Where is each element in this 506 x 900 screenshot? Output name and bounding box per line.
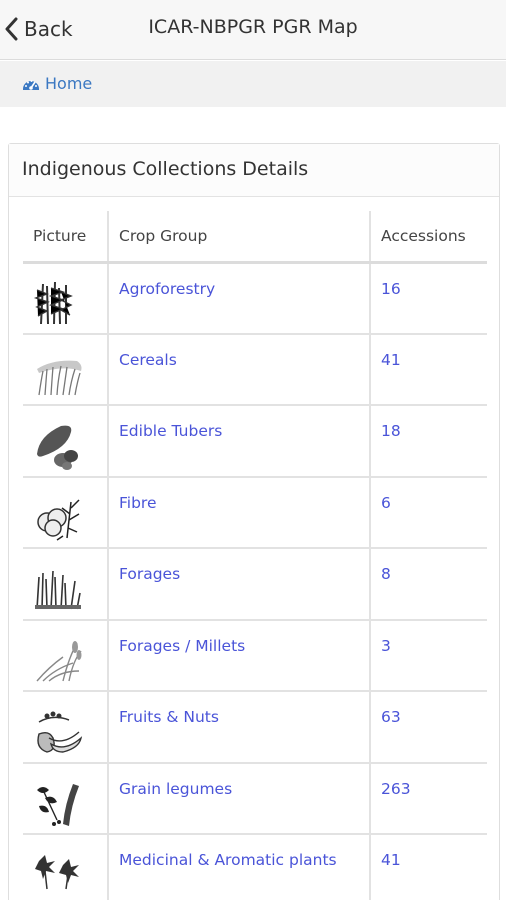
table-row: Medicinal & Aromatic plants 41 — [23, 834, 487, 900]
accessions-count: 3 — [381, 636, 391, 655]
accessions-count: 18 — [381, 422, 401, 440]
column-header-accessions: Accessions — [369, 211, 487, 264]
crop-group-link-fruits-nuts[interactable]: Fruits & Nuts — [119, 708, 219, 726]
crop-group-link-grain-legumes[interactable]: Grain legumes — [119, 780, 232, 798]
cereals-icon — [37, 360, 82, 395]
picture-cell — [23, 405, 108, 478]
table-row: Agroforestry 16 — [23, 262, 487, 335]
crop-group-cell: Fruits & Nuts — [107, 691, 370, 764]
table-header-row: Picture Crop Group Accessions — [23, 211, 487, 264]
crop-group-link-forages-millets[interactable]: Forages / Millets — [119, 637, 245, 655]
table-row: Forages / Millets 3 — [23, 619, 487, 692]
collections-table: Picture Crop Group Accessions Agroforest… — [23, 211, 487, 900]
spacer — [0, 107, 506, 141]
dashboard-icon — [23, 79, 39, 90]
fibre-icon — [37, 498, 80, 541]
picture-cell — [23, 762, 108, 835]
home-label: Home — [45, 74, 93, 93]
accessions-cell: 63 — [369, 691, 487, 764]
fruits-icon — [37, 711, 83, 753]
tubers-icon — [37, 425, 78, 470]
picture-cell — [23, 548, 108, 621]
accessions-cell: 3 — [369, 619, 487, 692]
picture-cell — [23, 333, 108, 406]
crop-group-cell: Forages — [107, 548, 370, 621]
accessions-count: 8 — [381, 565, 391, 583]
picture-cell — [23, 691, 108, 764]
table-row: Fruits & Nuts 63 — [23, 691, 487, 764]
accessions-count: 41 — [381, 350, 401, 369]
home-link[interactable]: Home — [22, 74, 92, 93]
crop-group-cell: Fibre — [107, 476, 370, 549]
column-header-crop-group: Crop Group — [107, 211, 370, 264]
picture-cell — [23, 834, 108, 900]
table-row: Edible Tubers 18 — [23, 405, 487, 478]
crop-group-link-forages[interactable]: Forages — [119, 565, 180, 583]
accessions-cell: 18 — [369, 405, 487, 478]
accessions-cell: 6 — [369, 476, 487, 549]
crop-group-cell: Agroforestry — [107, 262, 370, 335]
table-row: Grain legumes 263 — [23, 762, 487, 835]
crop-group-cell: Medicinal & Aromatic plants — [107, 834, 370, 900]
accessions-count: 63 — [381, 708, 401, 726]
crop-group-link-medicinal-aromatic[interactable]: Medicinal & Aromatic plants — [119, 851, 337, 869]
millets-icon — [36, 640, 82, 682]
accessions-cell: 8 — [369, 548, 487, 621]
crop-group-link-agroforestry[interactable]: Agroforestry — [119, 280, 215, 298]
accessions-cell: 263 — [369, 762, 487, 835]
legumes-icon — [37, 783, 79, 826]
accessions-count: 6 — [381, 493, 391, 512]
accessions-cell: 41 — [369, 834, 487, 900]
crop-group-cell: Grain legumes — [107, 762, 370, 835]
picture-cell — [23, 619, 108, 692]
column-header-picture: Picture — [23, 211, 108, 264]
medicinal-icon — [35, 855, 79, 890]
page-title: ICAR-NBPGR PGR Map — [148, 16, 358, 38]
forages-icon — [35, 570, 81, 610]
table-row: Cereals 41 — [23, 333, 487, 406]
table-row: Forages 8 — [23, 548, 487, 621]
picture-cell — [23, 476, 108, 549]
crop-group-link-fibre[interactable]: Fibre — [119, 494, 157, 512]
accessions-cell: 41 — [369, 333, 487, 406]
accessions-cell: 16 — [369, 262, 487, 335]
table-row: Fibre 6 — [23, 476, 487, 549]
picture-cell — [23, 262, 108, 335]
top-bar: Back ICAR-NBPGR PGR Map — [0, 0, 506, 60]
crop-group-cell: Forages / Millets — [107, 619, 370, 692]
crop-group-cell: Cereals — [107, 333, 370, 406]
accessions-count: 263 — [381, 779, 411, 798]
crop-group-link-cereals[interactable]: Cereals — [119, 351, 177, 369]
panel-title: Indigenous Collections Details — [9, 144, 499, 197]
accessions-count: 41 — [381, 851, 401, 869]
accessions-count: 16 — [381, 279, 401, 298]
breadcrumb: Home — [0, 61, 506, 107]
crop-group-link-edible-tubers[interactable]: Edible Tubers — [119, 422, 222, 440]
collections-panel: Indigenous Collections Details Picture C… — [8, 143, 500, 900]
agroforestry-icon — [33, 281, 73, 324]
crop-group-cell: Edible Tubers — [107, 405, 370, 478]
